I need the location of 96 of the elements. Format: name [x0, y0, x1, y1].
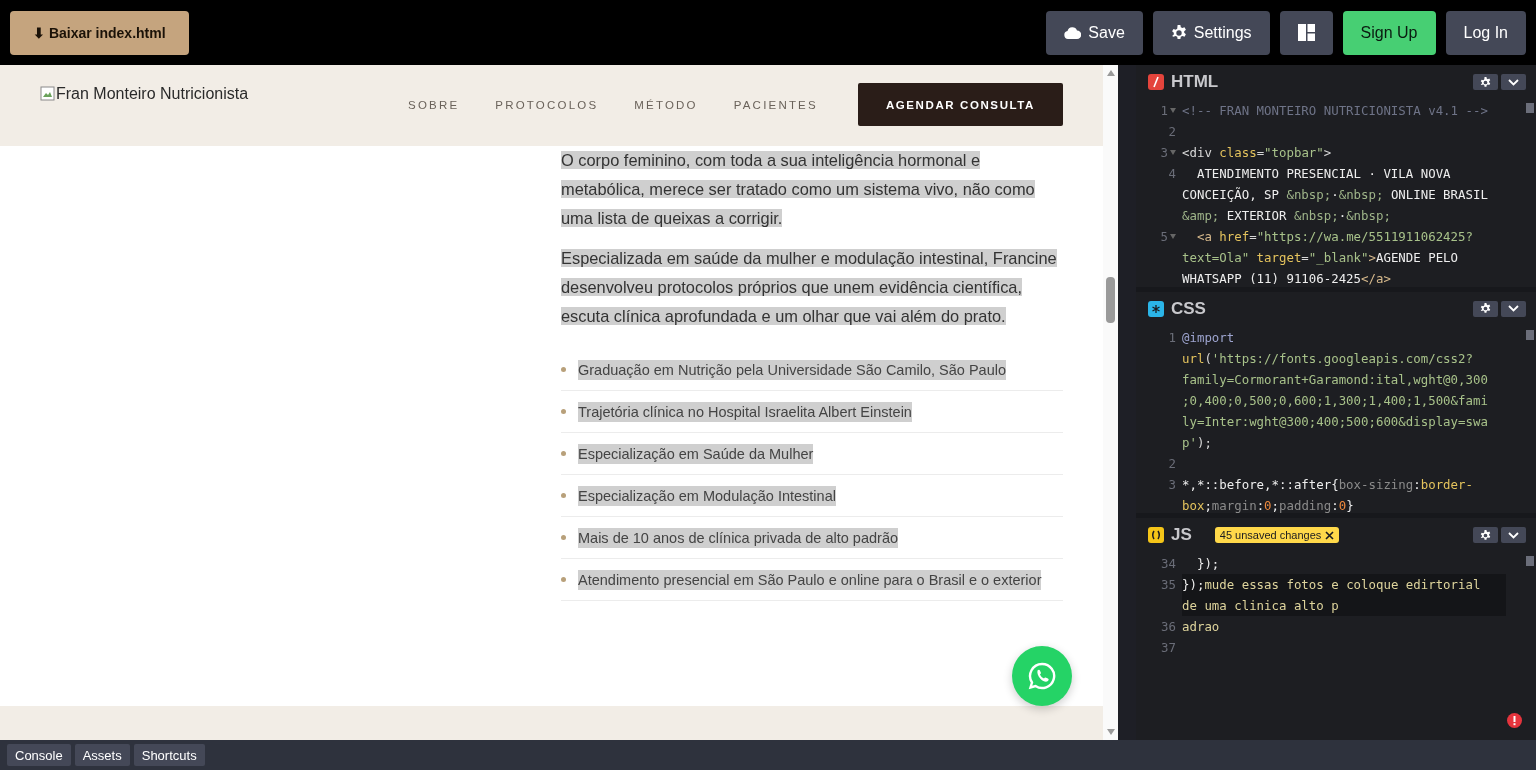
code-line: @import: [1182, 328, 1235, 347]
editor-scrollbar[interactable]: [1526, 329, 1534, 340]
code-line: box;margin:0;padding:0}: [1182, 496, 1354, 514]
code-line: });: [1195, 555, 1220, 574]
line-number: 1: [1168, 328, 1176, 347]
paragraph: Especializada em saúde da mulher e modulação intestinal, Francine desenvolveu protocolos próprios que unem evidência científica, escuta clínica aprofundada e um olhar que vai além do prato.: [561, 248, 1058, 327]
nav-link[interactable]: PACIENTES: [733, 98, 818, 111]
code-line: text=Ola" target="_blank">AGENDE PELO: [1182, 249, 1459, 267]
code-line: <a href="https://wa.me/5511911062425?: [1195, 228, 1473, 246]
fold-icon[interactable]: [1170, 150, 1176, 155]
settings-button[interactable]: Settings: [1152, 10, 1270, 55]
editor-settings-button[interactable]: [1473, 527, 1498, 544]
line-number: 2: [1168, 454, 1176, 473]
line-number: 2: [1168, 123, 1176, 141]
code-line: url('https://fonts.googleapis.com/css2?: [1182, 349, 1473, 368]
code-line: ATENDIMENTO PRESENCIAL · VILA NOVA: [1195, 165, 1451, 183]
settings-icon: [1170, 24, 1187, 41]
bullet-icon: [561, 535, 566, 540]
js-icon: [1148, 527, 1164, 544]
html-icon: [1148, 74, 1164, 90]
logo-alt-text: Fran Monteiro Nutricionista: [56, 85, 249, 103]
line-number: 34: [1161, 555, 1176, 574]
scroll-down-icon[interactable]: [1105, 728, 1116, 736]
credential-text: Mais de 10 anos de clínica privada de alto padrão: [578, 527, 898, 548]
collapse-button[interactable]: [1501, 300, 1526, 317]
line-number: 1: [1160, 102, 1168, 120]
code-line: family=Cormorant+Garamond:ital,wght@0,300: [1182, 370, 1488, 389]
editor-scrollbar[interactable]: [1526, 556, 1534, 567]
credential-text: Especialização em Saúde da Mulher: [578, 443, 814, 464]
bullet-icon: [561, 451, 566, 456]
nav-link[interactable]: PROTOCOLOS: [495, 98, 599, 111]
code-line: *,*::before,*::after{box-sizing:border-: [1182, 475, 1473, 494]
paragraph: O corpo feminino, com toda a sua inteligência hormonal e metabólica, merece ser tratado como um sistema vivo, não como uma lista de queixas a corrigir.: [561, 150, 1036, 229]
editor-title: JS: [1171, 525, 1192, 546]
code-line: p');: [1182, 433, 1212, 452]
editor-title: CSS: [1171, 298, 1206, 319]
scrollbar[interactable]: [1103, 65, 1118, 740]
sign-up-button[interactable]: Sign Up: [1342, 10, 1436, 55]
chevron-down-icon: [1508, 305, 1519, 313]
code-line: adrao: [1182, 618, 1220, 637]
log-in-button[interactable]: Log In: [1445, 10, 1526, 55]
code-line: CONCEIÇÃO, SP &nbsp;·&nbsp; ONLINE BRASIL: [1182, 186, 1488, 204]
collapse-button[interactable]: [1501, 74, 1526, 90]
fold-icon[interactable]: [1170, 234, 1176, 239]
bullet-icon: [561, 493, 566, 498]
bottom-tab-button[interactable]: Shortcuts: [133, 744, 205, 766]
code-line: ly=Inter:wght@300;400;500;600&display=swa: [1182, 412, 1488, 431]
editor-settings-button[interactable]: [1473, 300, 1498, 317]
line-number: 5: [1160, 228, 1168, 246]
bullet-icon: [561, 577, 566, 582]
bottom-tab-button[interactable]: Console: [7, 744, 71, 766]
editor-scrollbar[interactable]: [1526, 103, 1534, 113]
css-icon: [1148, 300, 1164, 317]
line-number: 3: [1168, 475, 1176, 494]
fold-icon[interactable]: [1170, 108, 1176, 113]
layout-button[interactable]: [1279, 10, 1333, 55]
scroll-up-icon[interactable]: [1105, 69, 1116, 77]
code-line: &amp; EXTERIOR &nbsp;·&nbsp;: [1182, 207, 1391, 225]
download-button[interactable]: ⬇ Baixar index.html: [10, 10, 189, 55]
credential-text: Trajetória clínica no Hospital Israelita Albert Einstein: [578, 401, 912, 422]
collapse-button[interactable]: [1501, 527, 1526, 544]
bullet-icon: [561, 367, 566, 372]
editor-settings-button[interactable]: [1473, 74, 1498, 90]
nav-link[interactable]: MÉTODO: [634, 98, 698, 111]
code-line: <div class="topbar">: [1182, 144, 1332, 162]
code-line: ;0,400;0,500;0,600;1,300;1,400;1,500&fami: [1182, 391, 1488, 410]
code-line: <!-- FRAN MONTEIRO NUTRICIONISTA v4.1 -->: [1182, 102, 1488, 120]
error-icon[interactable]: [1507, 713, 1522, 728]
chevron-down-icon: [1508, 531, 1519, 539]
book-consultation-button[interactable]: AGENDAR CONSULTA: [857, 83, 1063, 126]
close-icon[interactable]: [1325, 530, 1335, 540]
editor-title: HTML: [1171, 72, 1219, 92]
line-number: 37: [1161, 639, 1176, 658]
scroll-thumb[interactable]: [1106, 277, 1115, 323]
whatsapp-button[interactable]: [1012, 646, 1072, 706]
gear-icon: [1480, 529, 1491, 541]
nav-link[interactable]: SOBRE: [408, 98, 460, 111]
bullet-icon: [561, 409, 566, 414]
code-line: WHATSAPP (11) 91106-2425</a>: [1182, 270, 1391, 287]
line-number: 4: [1168, 165, 1176, 183]
line-number: 35: [1161, 576, 1176, 595]
bottom-tab-button[interactable]: Assets: [74, 744, 130, 766]
credential-text: Especialização em Modulação Intestinal: [578, 485, 836, 506]
chevron-down-icon: [1508, 78, 1519, 86]
whatsapp-icon: [1027, 661, 1057, 691]
unsaved-changes-badge[interactable]: 45 unsaved changes: [1214, 527, 1340, 544]
save-button[interactable]: Save: [1046, 10, 1143, 55]
layout-icon: [1297, 24, 1315, 41]
line-number: 36: [1161, 618, 1176, 637]
broken-image-icon: [40, 86, 56, 102]
credential-text: Atendimento presencial em São Paulo e online para o Brasil e o exterior: [578, 569, 1042, 590]
credential-text: Graduação em Nutrição pela Universidade São Camilo, São Paulo: [578, 359, 1006, 380]
line-number: 3: [1160, 144, 1168, 162]
gear-icon: [1480, 303, 1491, 315]
gear-icon: [1480, 76, 1491, 88]
cloud-icon: [1064, 26, 1082, 39]
